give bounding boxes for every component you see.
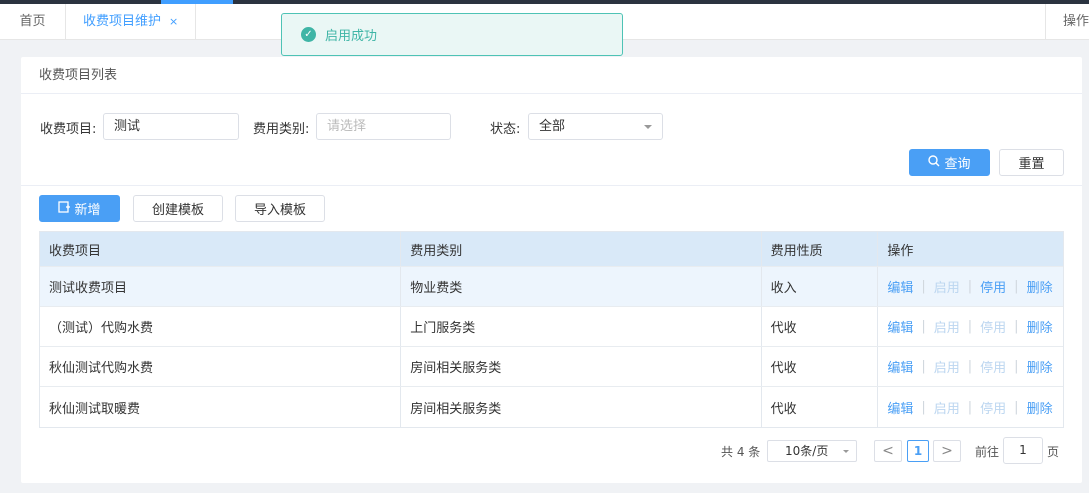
fee-category-cell: 房间相关服务类 bbox=[401, 347, 762, 386]
tab-operations-menu[interactable]: 操作 bbox=[1045, 4, 1089, 40]
delete-link[interactable]: 删除 bbox=[1027, 277, 1053, 296]
query-button[interactable]: 查询 bbox=[909, 149, 990, 176]
tab-fee-item-maintenance[interactable]: 收费项目维护 × bbox=[66, 4, 196, 40]
pagination: 共 4 条 10条/页 < 1 > 前往 1 页 bbox=[21, 437, 1082, 464]
table-row[interactable]: 秋仙测试取暖费 房间相关服务类 代收 编辑 | 启用 | 停用 | 删除 bbox=[40, 387, 1063, 427]
fee-nature-cell: 代收 bbox=[762, 387, 879, 427]
column-header: 操作 bbox=[887, 243, 914, 259]
action-separator: | bbox=[1014, 359, 1019, 374]
row-actions: 编辑 | 启用 | 停用 | 删除 bbox=[878, 387, 1063, 427]
edit-link[interactable]: 编辑 bbox=[887, 398, 913, 417]
card-title: 收费项目列表 bbox=[21, 57, 1082, 94]
action-separator: | bbox=[967, 399, 973, 415]
status-label: 状态: bbox=[490, 122, 521, 137]
query-button-label: 查询 bbox=[944, 157, 971, 172]
chevron-down-icon bbox=[644, 125, 652, 129]
prev-page-button[interactable]: < bbox=[874, 440, 902, 462]
fee-category-cell: 物业费类 bbox=[401, 267, 762, 306]
status-select-value: 全部 bbox=[539, 119, 566, 134]
add-button-label: 新增 bbox=[74, 203, 101, 218]
search-icon bbox=[928, 154, 940, 171]
close-icon[interactable]: × bbox=[169, 4, 178, 40]
tab-fee-item-label: 收费项目维护 bbox=[83, 14, 162, 29]
row-actions: 编辑 | 启用 | 停用 | 删除 bbox=[878, 267, 1063, 306]
enable-link: 启用 bbox=[933, 401, 960, 417]
import-template-button[interactable]: 导入模板 bbox=[235, 195, 325, 222]
goto-label: 前往 bbox=[975, 445, 1000, 459]
add-icon bbox=[58, 200, 71, 217]
row-actions: 编辑 | 启用 | 停用 | 删除 bbox=[878, 307, 1063, 346]
action-separator: | bbox=[967, 359, 973, 374]
total-count: 共 4 条 bbox=[721, 445, 761, 459]
page-size-value: 10条/页 bbox=[785, 444, 829, 458]
disable-link: 停用 bbox=[980, 321, 1007, 336]
page-size-select[interactable]: 10条/页 bbox=[767, 440, 857, 462]
column-header: 收费项目 bbox=[40, 232, 402, 266]
enable-link: 启用 bbox=[933, 361, 960, 376]
action-separator: | bbox=[921, 399, 926, 415]
page-suffix-label: 页 bbox=[1047, 445, 1060, 459]
action-separator: | bbox=[1014, 319, 1019, 334]
enable-link: 启用 bbox=[933, 321, 960, 336]
tab-home-label: 首页 bbox=[19, 14, 46, 29]
create-template-button[interactable]: 创建模板 bbox=[133, 195, 223, 222]
chevron-right-icon: > bbox=[941, 443, 953, 459]
action-separator: | bbox=[921, 279, 926, 294]
disable-link[interactable]: 停用 bbox=[980, 277, 1006, 296]
add-button[interactable]: 新增 bbox=[39, 195, 120, 222]
edit-link[interactable]: 编辑 bbox=[887, 277, 913, 296]
fee-item-label: 收费项目: bbox=[40, 122, 97, 137]
chevron-left-icon: < bbox=[882, 443, 894, 459]
action-separator: | bbox=[967, 319, 973, 334]
delete-link[interactable]: 删除 bbox=[1027, 357, 1053, 376]
tab-home[interactable]: 首页 bbox=[0, 4, 66, 40]
fee-item-cell: 秋仙测试代购水费 bbox=[40, 347, 402, 386]
success-toast: ✓ 启用成功 bbox=[281, 13, 623, 56]
page-number-current[interactable]: 1 bbox=[907, 440, 929, 462]
fee-item-cell: （测试）代购水费 bbox=[40, 307, 402, 346]
fee-nature-cell: 代收 bbox=[762, 347, 879, 386]
reset-button[interactable]: 重置 bbox=[999, 149, 1064, 176]
disable-link: 停用 bbox=[980, 361, 1007, 376]
column-header: 费用性质 bbox=[762, 232, 879, 266]
edit-link[interactable]: 编辑 bbox=[887, 357, 913, 376]
fee-item-input[interactable]: 测试 bbox=[103, 113, 239, 140]
fee-item-table: 收费项目 费用类别 费用性质 操作 测试收费项目 物业费类 收入 编辑 | 启用 | 停… bbox=[39, 231, 1064, 428]
column-header: 费用类别 bbox=[401, 232, 762, 266]
next-page-button[interactable]: > bbox=[933, 440, 961, 462]
row-actions: 编辑 | 启用 | 停用 | 删除 bbox=[878, 347, 1063, 386]
fee-nature-cell: 收入 bbox=[762, 267, 879, 306]
goto-page-input[interactable]: 1 bbox=[1003, 437, 1043, 464]
check-circle-icon: ✓ bbox=[301, 27, 316, 42]
toast-message: 启用成功 bbox=[325, 29, 378, 44]
chevron-down-icon bbox=[843, 450, 849, 453]
table-row[interactable]: 测试收费项目 物业费类 收入 编辑 | 启用 | 停用 | 删除 bbox=[40, 267, 1063, 307]
delete-link[interactable]: 删除 bbox=[1027, 317, 1053, 336]
edit-link[interactable]: 编辑 bbox=[887, 317, 913, 336]
table-header: 收费项目 费用类别 费用性质 操作 bbox=[40, 232, 1063, 267]
disable-link: 停用 bbox=[980, 401, 1007, 417]
table-row[interactable]: 秋仙测试代购水费 房间相关服务类 代收 编辑 | 启用 | 停用 | 删除 bbox=[40, 347, 1063, 387]
fee-item-cell: 秋仙测试取暖费 bbox=[40, 387, 402, 427]
action-separator: | bbox=[921, 319, 926, 334]
fee-category-label: 费用类别: bbox=[253, 122, 310, 137]
action-separator: | bbox=[967, 279, 973, 294]
action-separator: | bbox=[1014, 279, 1019, 294]
fee-item-list-card: 收费项目列表 收费项目: 测试 费用类别: 请选择 状态: 全部 查询 重置 新… bbox=[21, 57, 1082, 483]
fee-nature-cell: 代收 bbox=[762, 307, 879, 346]
fee-category-select[interactable]: 请选择 bbox=[316, 113, 451, 140]
fee-category-cell: 房间相关服务类 bbox=[401, 387, 762, 427]
fee-item-cell: 测试收费项目 bbox=[40, 267, 402, 306]
delete-link[interactable]: 删除 bbox=[1027, 398, 1053, 417]
action-separator: | bbox=[921, 359, 926, 374]
action-separator: | bbox=[1014, 399, 1019, 415]
status-select[interactable]: 全部 bbox=[528, 113, 663, 140]
table-row[interactable]: （测试）代购水费 上门服务类 代收 编辑 | 启用 | 停用 | 删除 bbox=[40, 307, 1063, 347]
fee-category-cell: 上门服务类 bbox=[401, 307, 762, 346]
enable-link: 启用 bbox=[933, 281, 960, 296]
section-divider bbox=[21, 185, 1082, 186]
